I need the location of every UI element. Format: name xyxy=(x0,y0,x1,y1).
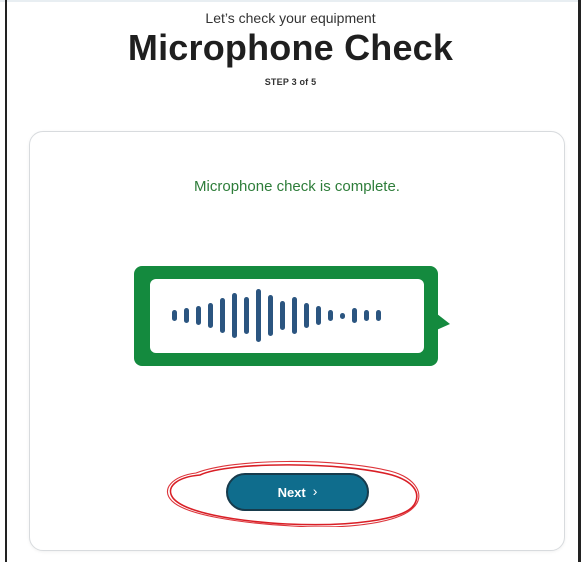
waveform-bar xyxy=(268,295,273,336)
waveform-bar xyxy=(352,308,357,323)
waveform-bar xyxy=(376,310,381,321)
microphone-check-page: Let’s check your equipment Microphone Ch… xyxy=(0,0,581,562)
audio-wave-panel xyxy=(150,279,424,353)
next-button[interactable]: Next › xyxy=(226,473,369,511)
waveform-bar xyxy=(340,313,345,319)
page-title: Microphone Check xyxy=(127,27,454,68)
speech-bubble-tail-icon xyxy=(432,310,450,332)
waveform-bar xyxy=(316,306,321,325)
chevron-right-icon: › xyxy=(312,483,318,499)
waveform-bar xyxy=(232,293,237,338)
waveform-bar xyxy=(364,310,369,321)
waveform-bar xyxy=(304,303,309,328)
waveform-bar xyxy=(244,297,249,334)
waveform-bar xyxy=(220,298,225,333)
microphone-check-card: Microphone check is complete. Next › xyxy=(29,131,565,551)
waveform-bar xyxy=(256,289,261,342)
waveform-bar xyxy=(196,306,201,325)
equipment-check-subtitle: Let’s check your equipment xyxy=(205,10,376,26)
step-indicator: STEP 3 of 5 xyxy=(264,77,317,87)
top-border xyxy=(0,0,581,2)
waveform-bar xyxy=(172,310,177,321)
next-button-label: Next xyxy=(277,484,306,500)
waveform-bar xyxy=(280,301,285,330)
waveform-bar xyxy=(184,308,189,323)
waveform-bar xyxy=(208,303,213,328)
waveform-bar xyxy=(328,310,333,321)
microphone-check-status: Microphone check is complete. xyxy=(194,178,400,195)
audio-waveform-icon xyxy=(150,279,424,353)
waveform-bar xyxy=(292,297,297,334)
